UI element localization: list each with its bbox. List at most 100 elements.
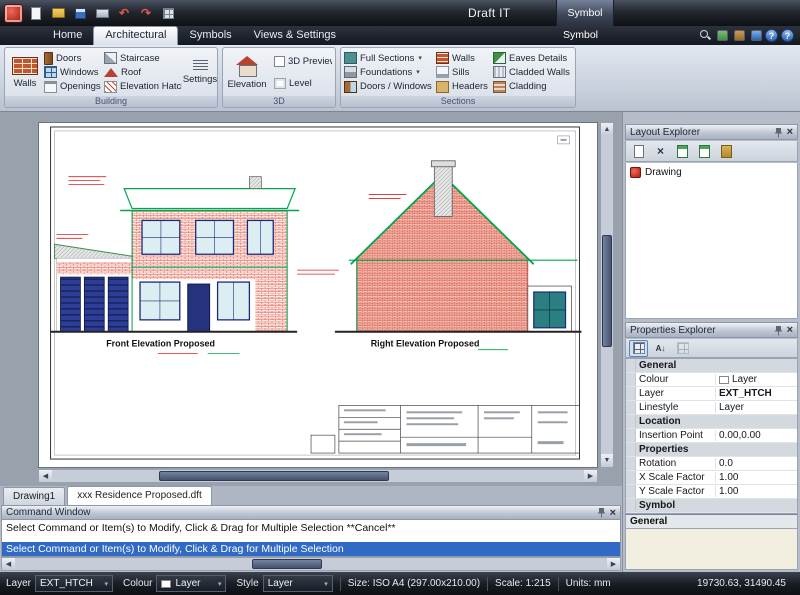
checkbox-icon[interactable]: [274, 56, 285, 67]
close-icon[interactable]: ×: [787, 325, 793, 335]
colour-dropdown[interactable]: Layer▾: [156, 575, 226, 592]
roof-button[interactable]: Roof: [104, 65, 182, 79]
property-row[interactable]: LayerEXT_HTCH: [626, 387, 797, 401]
foundations-button[interactable]: Foundations▾: [344, 65, 434, 79]
swatch-green-icon[interactable]: [717, 30, 728, 41]
new-page-icon[interactable]: [27, 4, 45, 22]
layout-tree-item-drawing[interactable]: Drawing: [626, 163, 797, 182]
eaves-details-button[interactable]: Eaves Details: [493, 51, 571, 65]
tab-architectural[interactable]: Architectural: [93, 26, 178, 45]
delete-layout-button[interactable]: ×: [651, 143, 670, 160]
categorized-view-button[interactable]: [629, 340, 648, 357]
pin-icon[interactable]: [774, 127, 783, 138]
layer-dropdown[interactable]: EXT_HTCH▾: [35, 575, 113, 592]
tab-symbols[interactable]: Symbols: [178, 26, 242, 45]
scroll-left-arrow[interactable]: ◀: [39, 470, 52, 482]
swatch-blue-icon[interactable]: [751, 30, 762, 41]
tab-views-settings[interactable]: Views & Settings: [243, 26, 347, 45]
walls-section-button[interactable]: Walls: [436, 51, 491, 65]
elevation-button[interactable]: Elevation: [225, 50, 269, 95]
window-icon: [44, 66, 57, 78]
close-icon[interactable]: ×: [610, 508, 616, 518]
settings-button[interactable]: Settings: [183, 50, 217, 95]
property-row[interactable]: Insertion Point0.00,0.00: [626, 429, 797, 443]
property-footer-description: [625, 529, 798, 570]
property-row[interactable]: Rotation0.0: [626, 457, 797, 471]
group-label-building: Building: [5, 96, 217, 107]
command-history[interactable]: Select Command or Item(s) to Modify, Cli…: [1, 520, 621, 557]
titlebar: ↶ ↷ Draft IT Symbol: [0, 0, 800, 26]
windows-button[interactable]: Windows: [44, 65, 102, 79]
swatch-brown-icon[interactable]: [734, 30, 745, 41]
context-tab-header[interactable]: Symbol: [556, 0, 614, 26]
about-icon[interactable]: ?: [781, 29, 794, 42]
command-line-selected: Select Command or Item(s) to Modify, Cli…: [2, 542, 620, 556]
window-title: Draft IT: [468, 6, 510, 20]
headers-button[interactable]: Headers: [436, 80, 491, 94]
style-dropdown[interactable]: Layer▾: [263, 575, 333, 592]
property-row[interactable]: ColourLayer: [626, 373, 797, 387]
cursor-coordinates: 19730.63, 31490.45: [697, 578, 786, 589]
property-category[interactable]: Symbol: [626, 499, 797, 513]
cladding-button[interactable]: Cladding: [493, 80, 571, 94]
sills-button[interactable]: Sills: [436, 65, 491, 79]
property-row[interactable]: LinestyleLayer: [626, 401, 797, 415]
tab-symbol-context[interactable]: Symbol: [563, 26, 598, 45]
level-button[interactable]: Level: [274, 76, 332, 90]
doc-tab-residence[interactable]: xxx Residence Proposed.dft: [67, 486, 212, 505]
pin-icon[interactable]: [774, 325, 783, 336]
extra-view-button[interactable]: [673, 340, 692, 357]
scroll-right-arrow[interactable]: ▶: [607, 558, 620, 570]
pin-icon[interactable]: [597, 507, 606, 518]
redo-icon[interactable]: ↷: [137, 4, 155, 22]
export-sheet-button[interactable]: [673, 143, 692, 160]
scroll-left-arrow[interactable]: ◀: [2, 558, 15, 570]
layout-explorer-header: Layout Explorer ×: [625, 124, 798, 140]
open-folder-icon[interactable]: [49, 4, 67, 22]
command-scrollbar[interactable]: ◀ ▶: [1, 557, 621, 571]
ribbon: Walls Doors Windows Openings Staircase R…: [0, 45, 800, 112]
door-icon: [44, 52, 53, 65]
undo-icon[interactable]: ↶: [115, 4, 133, 22]
cladding-label: Cladding: [509, 81, 547, 92]
property-row[interactable]: Y Scale Factor1.00: [626, 485, 797, 499]
doors-button[interactable]: Doors: [44, 51, 102, 65]
property-category[interactable]: Location: [626, 415, 797, 429]
tab-home[interactable]: Home: [42, 26, 93, 45]
right-panel: Layout Explorer × × Drawing Properties E…: [622, 112, 800, 572]
property-category[interactable]: Properties: [626, 443, 797, 457]
property-category[interactable]: General: [626, 359, 797, 373]
zoom-icon[interactable]: [699, 29, 711, 41]
foundations-icon: [344, 66, 357, 78]
sort-az-button[interactable]: A↓: [651, 340, 670, 357]
help-icon[interactable]: ?: [765, 29, 778, 42]
vertical-scroll-thumb[interactable]: [602, 235, 612, 347]
paste-button[interactable]: [717, 143, 736, 160]
roof-label: Roof: [121, 67, 141, 78]
property-row[interactable]: X Scale Factor1.00: [626, 471, 797, 485]
grid-icon[interactable]: [159, 4, 177, 22]
scroll-up-arrow[interactable]: ▲: [601, 123, 613, 136]
new-layout-button[interactable]: [629, 143, 648, 160]
full-sections-button[interactable]: Full Sections▾: [344, 51, 434, 65]
horizontal-scroll-thumb[interactable]: [159, 471, 389, 481]
horizontal-scrollbar[interactable]: ◀ ▶: [38, 469, 598, 483]
staircase-button[interactable]: Staircase: [104, 51, 182, 65]
walls-button[interactable]: Walls: [7, 50, 43, 95]
3d-preview-checkbox[interactable]: 3D Preview: [274, 55, 332, 69]
import-sheet-button[interactable]: [695, 143, 714, 160]
save-icon[interactable]: [71, 4, 89, 22]
cladded-walls-button[interactable]: Cladded Walls: [493, 65, 571, 79]
app-logo-icon[interactable]: [4, 4, 23, 23]
doc-tab-drawing1[interactable]: Drawing1: [3, 487, 65, 505]
close-icon[interactable]: ×: [787, 127, 793, 137]
drawing-canvas[interactable]: Front Elevation Proposed: [38, 122, 598, 468]
elevation-hatch-button[interactable]: Elevation Hatch: [104, 80, 182, 94]
print-icon[interactable]: [93, 4, 111, 22]
scroll-right-arrow[interactable]: ▶: [584, 470, 597, 482]
vertical-scrollbar[interactable]: ▲ ▼: [600, 122, 614, 468]
command-scroll-thumb[interactable]: [252, 559, 322, 569]
scroll-down-arrow[interactable]: ▼: [601, 454, 613, 467]
doors-windows-button[interactable]: Doors / Windows▾: [344, 80, 434, 94]
openings-button[interactable]: Openings: [44, 80, 102, 94]
